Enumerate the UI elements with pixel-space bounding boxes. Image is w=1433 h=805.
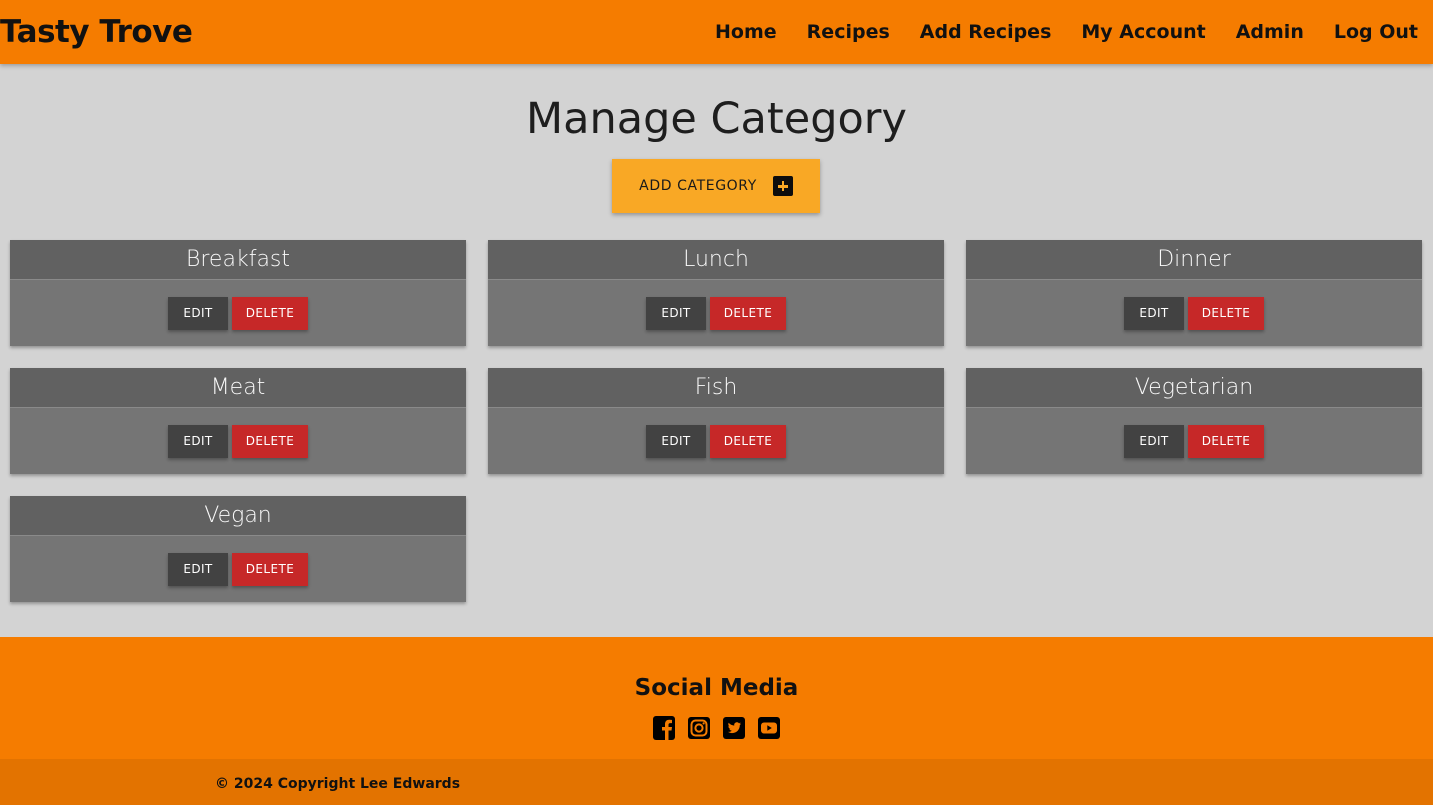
brand-logo[interactable]: Tasty Trove xyxy=(0,14,193,50)
edit-button[interactable]: EDIT xyxy=(646,296,706,330)
category-card-header: Dinner xyxy=(966,240,1422,280)
category-name: Fish xyxy=(694,375,738,400)
nav-link-my-account[interactable]: My Account xyxy=(1066,21,1220,43)
category-name: Breakfast xyxy=(185,247,291,272)
category-name: Vegan xyxy=(204,503,272,528)
youtube-icon[interactable] xyxy=(757,715,781,741)
category-grid: Breakfast EDIT DELETE Lunch EDIT DELETE … xyxy=(10,240,1422,602)
category-card: Vegetarian EDIT DELETE xyxy=(966,368,1422,474)
copyright-bar: © 2024 Copyright Lee Edwards xyxy=(0,759,1433,805)
delete-button[interactable]: DELETE xyxy=(710,296,786,330)
category-name: Dinner xyxy=(1157,247,1231,272)
edit-button[interactable]: EDIT xyxy=(168,296,228,330)
delete-button[interactable]: DELETE xyxy=(232,296,308,330)
edit-button[interactable]: EDIT xyxy=(168,552,228,586)
plus-square-icon xyxy=(772,176,793,196)
category-card-actions: EDIT DELETE xyxy=(488,408,944,474)
page-title: Manage Category xyxy=(526,94,907,144)
category-name: Vegetarian xyxy=(1134,375,1254,400)
social-links xyxy=(0,715,1433,741)
nav-link-log-out[interactable]: Log Out xyxy=(1319,21,1433,43)
nav-link-admin[interactable]: Admin xyxy=(1221,21,1319,43)
edit-button[interactable]: EDIT xyxy=(168,424,228,458)
add-category-button[interactable]: ADD CATEGORY xyxy=(612,159,820,213)
category-card: Breakfast EDIT DELETE xyxy=(10,240,466,346)
category-card-actions: EDIT DELETE xyxy=(966,408,1422,474)
category-card-actions: EDIT DELETE xyxy=(10,536,466,602)
nav-link-add-recipes[interactable]: Add Recipes xyxy=(905,21,1067,43)
category-card: Dinner EDIT DELETE xyxy=(966,240,1422,346)
category-card-actions: EDIT DELETE xyxy=(488,280,944,346)
category-card-actions: EDIT DELETE xyxy=(10,408,466,474)
edit-button[interactable]: EDIT xyxy=(1124,424,1184,458)
category-card-header: Breakfast xyxy=(10,240,466,280)
category-card: Lunch EDIT DELETE xyxy=(488,240,944,346)
category-card: Fish EDIT DELETE xyxy=(488,368,944,474)
navbar: Tasty Trove Home Recipes Add Recipes My … xyxy=(0,0,1433,64)
category-name: Lunch xyxy=(683,247,749,272)
add-category-label: ADD CATEGORY xyxy=(639,178,757,194)
edit-button[interactable]: EDIT xyxy=(646,424,706,458)
delete-button[interactable]: DELETE xyxy=(232,552,308,586)
category-card-header: Lunch xyxy=(488,240,944,280)
nav-link-recipes[interactable]: Recipes xyxy=(792,21,905,43)
copyright-text: © 2024 Copyright Lee Edwards xyxy=(215,776,461,792)
category-card: Vegan EDIT DELETE xyxy=(10,496,466,602)
category-card-header: Meat xyxy=(10,368,466,408)
category-card-header: Vegan xyxy=(10,496,466,536)
nav-links: Home Recipes Add Recipes My Account Admi… xyxy=(700,0,1433,64)
category-card: Meat EDIT DELETE xyxy=(10,368,466,474)
edit-button[interactable]: EDIT xyxy=(1124,296,1184,330)
delete-button[interactable]: DELETE xyxy=(710,424,786,458)
category-card-actions: EDIT DELETE xyxy=(10,280,466,346)
twitter-icon[interactable] xyxy=(722,715,746,741)
category-name: Meat xyxy=(210,375,266,400)
footer: Social Media xyxy=(0,637,1433,759)
instagram-icon[interactable] xyxy=(687,715,711,741)
footer-title: Social Media xyxy=(634,675,799,701)
delete-button[interactable]: DELETE xyxy=(1188,296,1264,330)
delete-button[interactable]: DELETE xyxy=(232,424,308,458)
category-card-header: Vegetarian xyxy=(966,368,1422,408)
delete-button[interactable]: DELETE xyxy=(1188,424,1264,458)
category-card-header: Fish xyxy=(488,368,944,408)
category-card-actions: EDIT DELETE xyxy=(966,280,1422,346)
nav-link-home[interactable]: Home xyxy=(700,21,792,43)
facebook-icon[interactable] xyxy=(652,715,676,741)
